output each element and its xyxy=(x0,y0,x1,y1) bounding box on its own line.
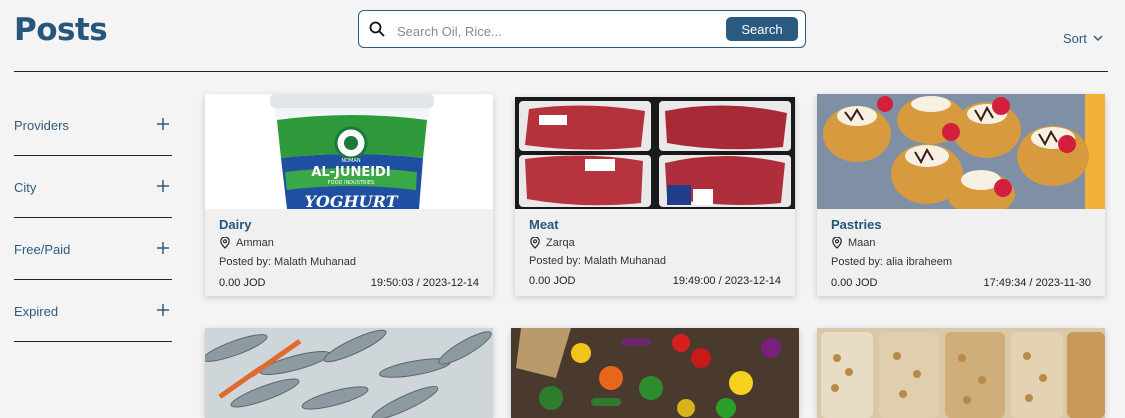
header-divider xyxy=(14,71,1108,72)
search-input[interactable] xyxy=(395,17,729,45)
post-image xyxy=(515,97,795,209)
post-author: Posted by: Malath Muhanad xyxy=(529,255,666,267)
filter-providers[interactable]: Providers xyxy=(14,94,172,156)
post-card-vegetables[interactable] xyxy=(511,328,799,418)
post-image xyxy=(205,328,493,418)
post-price: 0.00 JOD xyxy=(529,275,576,287)
sort-label: Sort xyxy=(1063,31,1087,46)
post-author: Posted by: Malath Muhanad xyxy=(219,256,356,268)
plus-icon[interactable] xyxy=(156,117,170,131)
post-city: Zarqa xyxy=(546,237,575,249)
post-title: Dairy xyxy=(219,217,252,232)
search-icon xyxy=(369,21,385,37)
post-image xyxy=(817,94,1105,209)
post-title: Pastries xyxy=(831,217,882,232)
post-card-fish[interactable] xyxy=(205,328,493,418)
brand-tagline: FOOD INDUSTRIES xyxy=(328,180,374,186)
post-card-dairy[interactable]: NOMAN AL-JUNEIDI FOOD INDUSTRIES YOGHURT… xyxy=(205,94,493,296)
filter-label: Expired xyxy=(14,304,59,319)
post-location: Maan xyxy=(831,237,876,249)
post-datetime: 17:49:34 / 2023-11-30 xyxy=(983,277,1091,289)
search-bar: Search xyxy=(358,10,806,48)
location-pin-icon xyxy=(530,237,540,249)
post-datetime: 19:49:00 / 2023-12-14 xyxy=(672,275,781,287)
post-image: NOMAN AL-JUNEIDI FOOD INDUSTRIES YOGHURT xyxy=(205,94,493,209)
filter-label: Free/Paid xyxy=(14,242,71,257)
search-button[interactable]: Search xyxy=(726,17,798,41)
filter-label: City xyxy=(14,180,37,195)
plus-icon[interactable] xyxy=(156,241,170,255)
post-location: Amman xyxy=(219,237,274,249)
post-city: Maan xyxy=(848,237,876,249)
filter-city[interactable]: City xyxy=(14,156,172,218)
post-card-meat[interactable]: Meat Zarqa Posted by: Malath Muhanad 0.0… xyxy=(515,97,795,296)
post-location: Zarqa xyxy=(529,237,575,249)
sort-dropdown[interactable]: Sort xyxy=(1063,31,1103,46)
location-pin-icon xyxy=(220,237,230,249)
plus-icon[interactable] xyxy=(156,179,170,193)
post-datetime: 19:50:03 / 2023-12-14 xyxy=(370,277,479,289)
post-image xyxy=(817,328,1105,418)
post-card-pastries[interactable]: Pastries Maan Posted by: alia ibraheem 0… xyxy=(817,94,1105,296)
filter-label: Providers xyxy=(14,118,69,133)
brand-name: AL-JUNEIDI xyxy=(311,165,390,180)
filter-free-paid[interactable]: Free/Paid xyxy=(14,218,172,280)
chevron-down-icon xyxy=(1093,35,1103,42)
page-title: Posts xyxy=(14,12,108,48)
post-image xyxy=(511,328,799,418)
plus-icon[interactable] xyxy=(156,303,170,317)
post-card-nuts[interactable] xyxy=(817,328,1105,418)
product-name: YOGHURT xyxy=(304,192,398,209)
brand-sublabel: NOMAN xyxy=(341,158,360,164)
location-pin-icon xyxy=(832,237,842,249)
post-price: 0.00 JOD xyxy=(831,277,878,289)
post-title: Meat xyxy=(529,217,559,232)
filter-expired[interactable]: Expired xyxy=(14,280,172,342)
post-author: Posted by: alia ibraheem xyxy=(831,256,953,268)
post-price: 0.00 JOD xyxy=(219,277,266,289)
post-city: Amman xyxy=(236,237,274,249)
